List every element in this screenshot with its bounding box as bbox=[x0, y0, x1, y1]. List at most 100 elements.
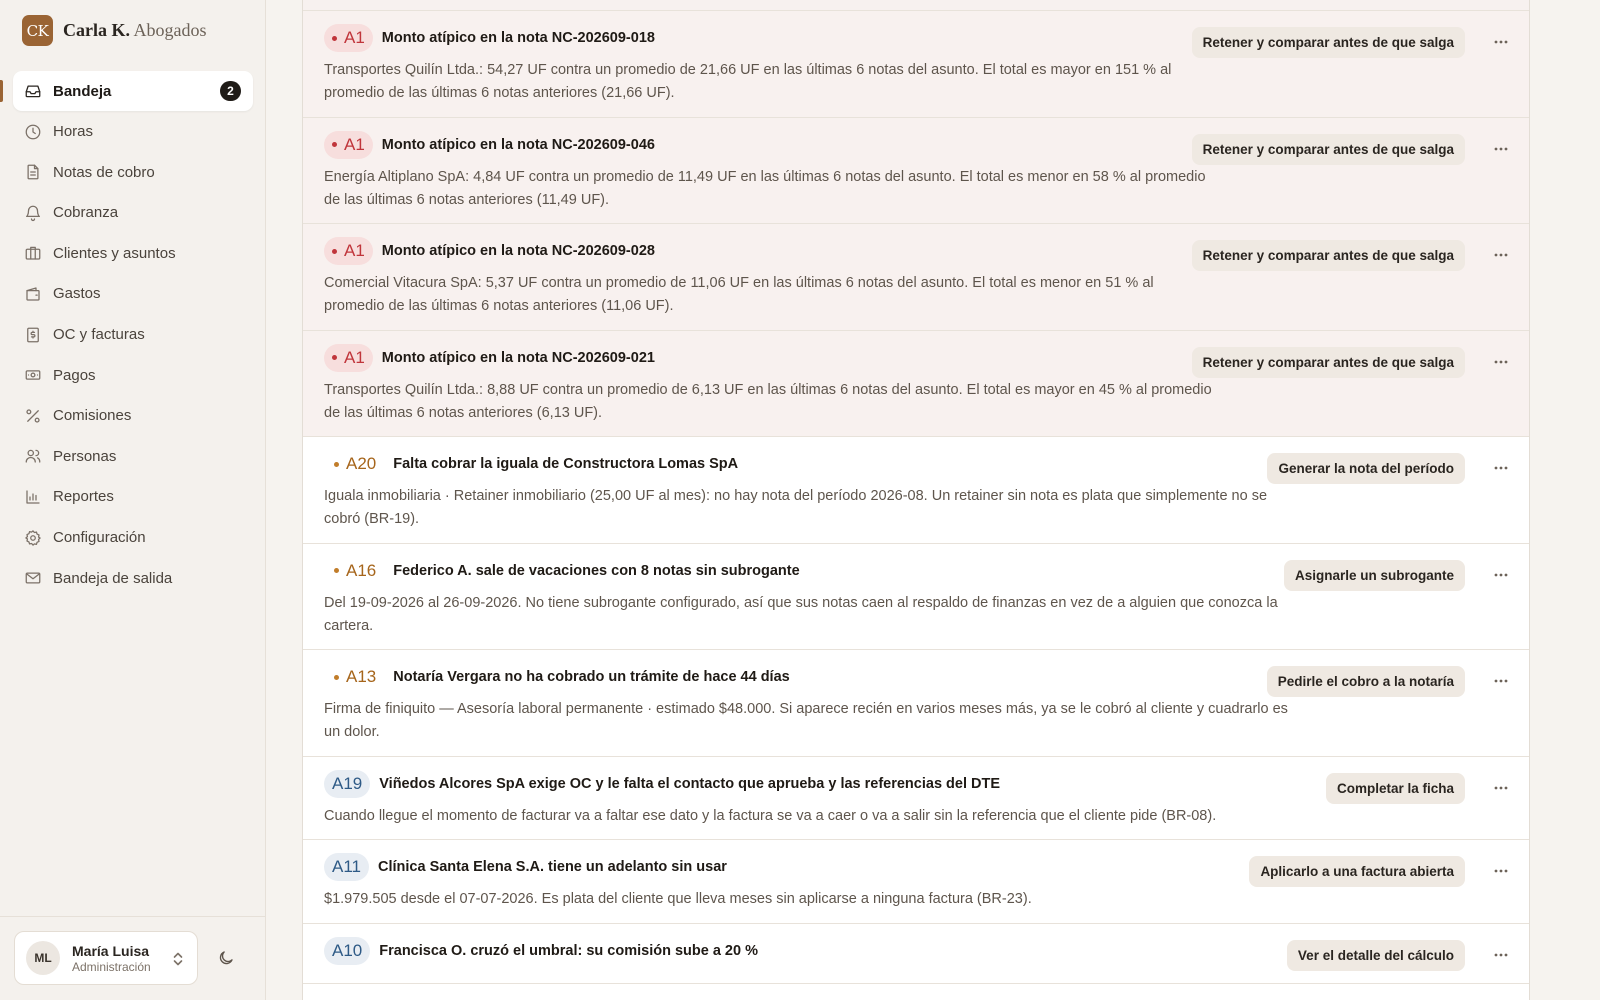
alert-code: A1 bbox=[344, 241, 365, 260]
more-options-icon[interactable] bbox=[1492, 140, 1510, 158]
sidebar-item-label: Pagos bbox=[53, 366, 96, 384]
brand-name-light: Abogados bbox=[133, 20, 207, 40]
brand[interactable]: CK Carla K. Abogados bbox=[22, 15, 207, 46]
sidebar-item-label: Gastos bbox=[53, 285, 101, 303]
sidebar-item-reportes[interactable]: Reportes bbox=[13, 477, 253, 517]
sidebar-item-personas[interactable]: Personas bbox=[13, 436, 253, 476]
more-options-icon[interactable] bbox=[1492, 946, 1510, 964]
alert-title: Falta cobrar la iguala de Constructora L… bbox=[393, 456, 739, 472]
description-line: Iguala inmobiliaria · Retainer inmobilia… bbox=[324, 488, 1268, 504]
alert-title: Federico A. sale de vacaciones con 8 not… bbox=[393, 562, 800, 579]
primary-action-button[interactable]: Aplicarlo a una factura abierta bbox=[1249, 856, 1465, 887]
alert-code: A10 bbox=[332, 940, 363, 960]
more-options-icon[interactable] bbox=[1492, 459, 1510, 477]
more-options-icon[interactable] bbox=[1492, 566, 1510, 584]
sidebar-item-oc-y-facturas[interactable]: OC y facturas bbox=[13, 315, 253, 355]
alert-row[interactable]: A20 Falta cobrar la iguala de Constructor… bbox=[303, 437, 1529, 544]
primary-action-button[interactable]: Pedirle el cobro a la notaría bbox=[1266, 666, 1465, 697]
alert-code-badge: A13 bbox=[324, 663, 384, 691]
severity-dot bbox=[332, 35, 337, 41]
sidebar-item-bandeja[interactable]: Bandeja 2 bbox=[0, 71, 253, 111]
sidebar-item-pagos[interactable]: Pagos bbox=[13, 355, 253, 395]
alert-header: A16 Federico A. sale de vacaciones con 8 … bbox=[324, 557, 800, 585]
sidebar-item-horas[interactable]: Horas bbox=[13, 112, 253, 152]
sidebar-item-notas-de-cobro[interactable]: Notas de cobro bbox=[13, 152, 253, 192]
more-options-icon[interactable] bbox=[1492, 353, 1510, 371]
alert-row[interactable]: A1 Monto atípico en la nota NC-202609-018… bbox=[303, 11, 1529, 118]
description-line: cobró (BR-19). bbox=[324, 511, 420, 527]
description-line: Firma de finiquito — Asesoría laboral pe… bbox=[324, 701, 1288, 717]
primary-action-button[interactable]: Asignarle un subrogante bbox=[1283, 559, 1465, 591]
mail-icon bbox=[24, 569, 42, 587]
description-line: Cuando llegue el momento de facturar va … bbox=[324, 807, 1217, 824]
sidebar-item-clientes-y-asuntos[interactable]: Clientes y asuntos bbox=[13, 233, 253, 273]
severity-dot bbox=[332, 142, 337, 147]
alert-code-badge: A1 bbox=[324, 24, 373, 52]
alert-row[interactable]: A1 Monto atípico en la nota NC-202609-046… bbox=[303, 117, 1529, 224]
primary-action-button[interactable]: Completar la ficha bbox=[1325, 772, 1465, 804]
user-role: Administración bbox=[72, 959, 151, 974]
invoice-icon bbox=[24, 326, 42, 344]
inbox-icon bbox=[24, 82, 42, 100]
alert-header: A10 Francisca O. cruzó el umbral: su comi… bbox=[324, 936, 758, 965]
sidebar-item-cobranza[interactable]: Cobranza bbox=[13, 193, 253, 233]
more-options-icon[interactable] bbox=[1492, 246, 1510, 264]
inbox-list: A1 Monto atípico en la nota NC-202609-018… bbox=[302, 0, 1530, 1000]
alert-row[interactable]: A11 Clínica Santa Elena S.A. tiene un ade… bbox=[303, 840, 1529, 924]
alert-code-badge: A1 bbox=[324, 343, 373, 372]
description-line: promedio de las últimas 6 notas anterior… bbox=[324, 298, 674, 314]
alert-code-badge: A16 bbox=[324, 557, 384, 585]
description-line: promedio de las últimas 6 notas anterior… bbox=[324, 85, 675, 101]
sidebar-item-label: Horas bbox=[53, 123, 94, 141]
primary-action-button[interactable]: Retener y comparar antes de que salga bbox=[1191, 240, 1465, 271]
more-options-icon[interactable] bbox=[1492, 672, 1510, 690]
sidebar-item-comisiones[interactable]: Comisiones bbox=[13, 396, 253, 436]
alert-row[interactable]: A1 Monto atípico en la nota NC-202609-021… bbox=[303, 330, 1529, 437]
sidebar-item-label: Bandeja bbox=[53, 82, 112, 100]
alert-description: Transportes Quilín Ltda.: 8,88 UF contra… bbox=[324, 379, 1212, 425]
bar-chart-icon bbox=[24, 488, 42, 506]
percent-icon bbox=[24, 407, 42, 425]
sidebar-item-label: Comisiones bbox=[53, 407, 132, 425]
alert-code: A19 bbox=[332, 773, 363, 793]
brand-name: Carla K. Abogados bbox=[63, 20, 207, 41]
active-indicator bbox=[0, 80, 3, 102]
alert-description: Del 19-09-2026 al 26-09-2026. No tiene s… bbox=[324, 592, 1278, 638]
primary-action-button[interactable]: Retener y comparar antes de que salga bbox=[1191, 346, 1465, 378]
briefcase-icon bbox=[24, 244, 42, 262]
description-line: Energía Altiplano SpA: 4,84 UF contra un… bbox=[324, 168, 1206, 185]
alert-row[interactable]: A1 Monto atípico en la nota NC-202609-028… bbox=[303, 224, 1529, 331]
description-line: cartera. bbox=[324, 617, 374, 634]
primary-action-button[interactable]: Retener y comparar antes de que salga bbox=[1191, 27, 1465, 58]
more-options-icon[interactable] bbox=[1492, 779, 1510, 797]
count-badge: 2 bbox=[220, 81, 241, 101]
sidebar-item-bandeja-de-salida[interactable]: Bandeja de salida bbox=[13, 558, 253, 598]
alert-row[interactable]: A16 Federico A. sale de vacaciones con 8 … bbox=[303, 543, 1529, 650]
alert-row[interactable]: A19 Viñedos Alcores SpA exige OC y le fal… bbox=[303, 756, 1529, 840]
alert-row[interactable]: A13 Notaría Vergara no ha cobrado un trám… bbox=[303, 650, 1529, 757]
description-line: de las últimas 6 notas anteriores (11,49… bbox=[324, 191, 610, 208]
document-icon bbox=[24, 163, 42, 181]
primary-action-button[interactable]: Retener y comparar antes de que salga bbox=[1191, 133, 1465, 165]
primary-action-button[interactable]: Generar la nota del período bbox=[1267, 453, 1465, 484]
sidebar-item-gastos[interactable]: Gastos bbox=[13, 274, 253, 314]
alert-code-badge: A19 bbox=[324, 769, 371, 798]
description-line: Del 19-09-2026 al 26-09-2026. No tiene s… bbox=[324, 594, 1278, 611]
description-line: de las últimas 6 notas anteriores (6,13 … bbox=[324, 404, 603, 421]
moon-icon[interactable] bbox=[217, 949, 235, 972]
main-nav: Bandeja 2 Horas Notas de cobro Cobranza Clien… bbox=[0, 71, 253, 599]
user-switcher[interactable]: ML María Luisa Administración bbox=[14, 931, 198, 985]
clock-icon bbox=[24, 123, 42, 141]
alert-row[interactable]: A10 Francisca O. cruzó el umbral: su comi… bbox=[303, 923, 1529, 984]
severity-dot bbox=[332, 248, 337, 254]
primary-action-button[interactable]: Ver el detalle del cálculo bbox=[1286, 939, 1465, 971]
description-line: Transportes Quilín Ltda.: 54,27 UF contr… bbox=[324, 62, 1172, 78]
sidebar-item-configuración[interactable]: Configuración bbox=[13, 518, 253, 558]
wallet-icon bbox=[24, 285, 42, 303]
more-options-icon[interactable] bbox=[1492, 862, 1510, 880]
chevron-up-down-icon bbox=[171, 951, 185, 972]
alert-description: Energía Altiplano SpA: 4,84 UF contra un… bbox=[324, 166, 1206, 212]
more-options-icon[interactable] bbox=[1492, 33, 1510, 51]
severity-dot bbox=[334, 461, 339, 467]
description-line: Comercial Vitacura SpA: 5,37 UF contra u… bbox=[324, 275, 1154, 291]
